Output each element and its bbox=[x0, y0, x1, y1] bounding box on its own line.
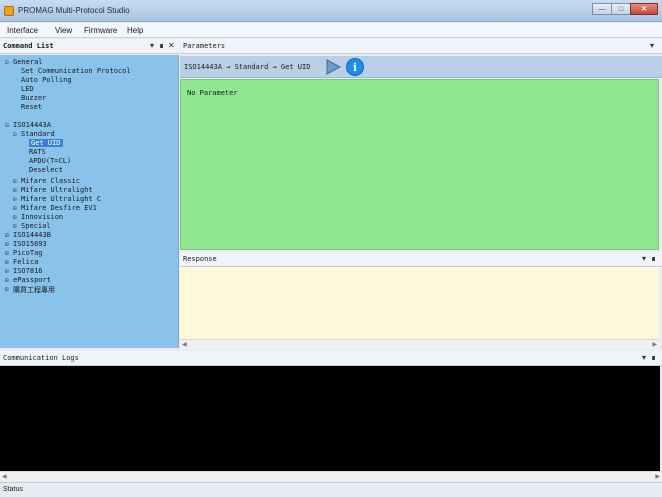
parameters-panel: No Parameter bbox=[180, 79, 659, 250]
tree-node-set-communication-protocol[interactable]: Set Communication Protocol bbox=[21, 67, 131, 75]
tree-node-iso14443b[interactable]: ISO14443B bbox=[13, 231, 51, 239]
window-title: PROMAG Multi-Protocol Studio bbox=[18, 6, 130, 15]
scroll-left-icon[interactable]: ◀ bbox=[182, 341, 187, 348]
breadcrumb: ISO14443A → Standard → Get UID bbox=[184, 63, 311, 71]
tree-node-auto-polling[interactable]: Auto Polling bbox=[21, 76, 72, 84]
tree-node-apdu[interactable]: APDU(T=CL) bbox=[29, 157, 71, 165]
response-panel[interactable] bbox=[180, 267, 659, 339]
close-button[interactable]: ✕ bbox=[630, 3, 658, 15]
tree-node-iso15693[interactable]: ISO15693 bbox=[13, 240, 47, 248]
expand-icon[interactable]: ⊞ bbox=[13, 205, 17, 212]
tree-node-special[interactable]: Special bbox=[21, 222, 51, 230]
scroll-left-icon[interactable]: ◀ bbox=[2, 473, 7, 480]
tree-node-deselect[interactable]: Deselect bbox=[29, 166, 63, 174]
tree-node-mifare-ultralight[interactable]: Mifare Ultralight bbox=[21, 186, 93, 194]
parameters-toolbar: ISO14443A → Standard → Get UID i bbox=[180, 56, 662, 78]
pin-icon[interactable]: ∎ bbox=[159, 41, 164, 50]
menu-firmware[interactable]: Firmware bbox=[84, 26, 117, 35]
status-bar: Status bbox=[0, 482, 662, 497]
tree-node-get-uid[interactable]: Get UID bbox=[29, 139, 63, 147]
scroll-right-icon[interactable]: ▶ bbox=[655, 473, 660, 480]
status-text: Status bbox=[3, 486, 23, 493]
logs-header: Communication Logs ▾ ∎ bbox=[0, 351, 662, 366]
no-parameter-label: No Parameter bbox=[187, 89, 238, 97]
maximize-button[interactable]: □ bbox=[611, 3, 631, 15]
expand-icon[interactable]: ⊞ bbox=[5, 286, 9, 293]
tree-node-iso14443a[interactable]: ISO14443A bbox=[13, 121, 51, 129]
tree-node-epassport[interactable]: ePassport bbox=[13, 276, 51, 284]
app-icon bbox=[4, 6, 14, 16]
run-icon[interactable] bbox=[325, 59, 341, 75]
collapse-icon[interactable]: ⊟ bbox=[5, 122, 9, 129]
tree-node-mifare-desfire-ev1[interactable]: Mifare Desfire EV1 bbox=[21, 204, 97, 212]
expand-icon[interactable]: ⊞ bbox=[13, 178, 17, 185]
tree-node-led[interactable]: LED bbox=[21, 85, 34, 93]
command-tree: ⊟ ⊟ ⊟ ⊞ ⊞ ⊞ ⊞ ⊞ ⊞ ⊞ ⊞ ⊞ ⊞ ⊞ ⊞ ⊞ General … bbox=[0, 55, 179, 348]
expand-icon[interactable]: ⊞ bbox=[5, 259, 9, 266]
expand-icon[interactable]: ⊞ bbox=[13, 214, 17, 221]
pin-icon[interactable]: ∎ bbox=[651, 353, 656, 362]
menu-view[interactable]: View bbox=[55, 26, 72, 35]
tree-node-mifare-classic[interactable]: Mifare Classic bbox=[21, 177, 80, 185]
command-list-title: Command List bbox=[3, 42, 54, 50]
expand-icon[interactable]: ⊞ bbox=[5, 277, 9, 284]
tree-node-purchasing-engineering[interactable]: 購買工程專用 bbox=[13, 285, 55, 295]
info-icon[interactable]: i bbox=[346, 58, 364, 76]
collapse-icon[interactable]: ⊟ bbox=[5, 59, 9, 66]
dropdown-icon[interactable]: ▾ bbox=[642, 353, 646, 362]
window-controls: — □ ✕ bbox=[592, 3, 658, 15]
tree-node-mifare-ultralight-c[interactable]: Mifare Ultralight C bbox=[21, 195, 101, 203]
menu-help[interactable]: Help bbox=[127, 26, 143, 35]
expand-icon[interactable]: ⊞ bbox=[5, 241, 9, 248]
tree-node-iso7816[interactable]: ISO7816 bbox=[13, 267, 43, 275]
tree-node-rats[interactable]: RATS bbox=[29, 148, 46, 156]
tree-node-buzzer[interactable]: Buzzer bbox=[21, 94, 46, 102]
expand-icon[interactable]: ⊞ bbox=[5, 268, 9, 275]
expand-icon[interactable]: ⊞ bbox=[5, 250, 9, 257]
command-list-header: Command List ▾ ∎ ✕ bbox=[0, 39, 179, 54]
minimize-button[interactable]: — bbox=[592, 3, 612, 15]
close-pane-icon[interactable]: ✕ bbox=[168, 41, 175, 50]
communication-log[interactable] bbox=[0, 366, 660, 471]
tree-node-general[interactable]: General bbox=[13, 58, 43, 66]
tree-node-reset[interactable]: Reset bbox=[21, 103, 42, 111]
expand-icon[interactable]: ⊞ bbox=[5, 232, 9, 239]
response-horizontal-scrollbar[interactable]: ◀ ▶ bbox=[180, 339, 659, 349]
tree-node-picotag[interactable]: PicoTag bbox=[13, 249, 43, 257]
menu-bar: Interface View Firmware Help bbox=[0, 23, 662, 38]
response-title: Response bbox=[183, 255, 217, 263]
expand-icon[interactable]: ⊞ bbox=[13, 223, 17, 230]
pin-icon[interactable]: ∎ bbox=[651, 254, 656, 263]
tree-node-standard[interactable]: Standard bbox=[21, 130, 55, 138]
expand-icon[interactable]: ⊞ bbox=[13, 196, 17, 203]
collapse-icon[interactable]: ⊟ bbox=[13, 131, 17, 138]
menu-interface[interactable]: Interface bbox=[7, 26, 38, 35]
dropdown-icon[interactable]: ▾ bbox=[650, 41, 654, 50]
title-bar: PROMAG Multi-Protocol Studio — □ ✕ bbox=[0, 0, 662, 22]
logs-title: Communication Logs bbox=[3, 354, 79, 362]
parameters-header: Parameters ▾ bbox=[180, 39, 662, 54]
dropdown-icon[interactable]: ▾ bbox=[150, 41, 154, 50]
parameters-title: Parameters bbox=[183, 42, 226, 50]
response-header: Response ▾ ∎ bbox=[180, 252, 662, 267]
logs-horizontal-scrollbar[interactable]: ◀ ▶ bbox=[0, 471, 662, 481]
tree-node-felica[interactable]: Felica bbox=[13, 258, 38, 266]
tree-node-innovision[interactable]: Innovision bbox=[21, 213, 63, 221]
scroll-right-icon[interactable]: ▶ bbox=[652, 341, 657, 348]
expand-icon[interactable]: ⊞ bbox=[13, 187, 17, 194]
dropdown-icon[interactable]: ▾ bbox=[642, 254, 646, 263]
